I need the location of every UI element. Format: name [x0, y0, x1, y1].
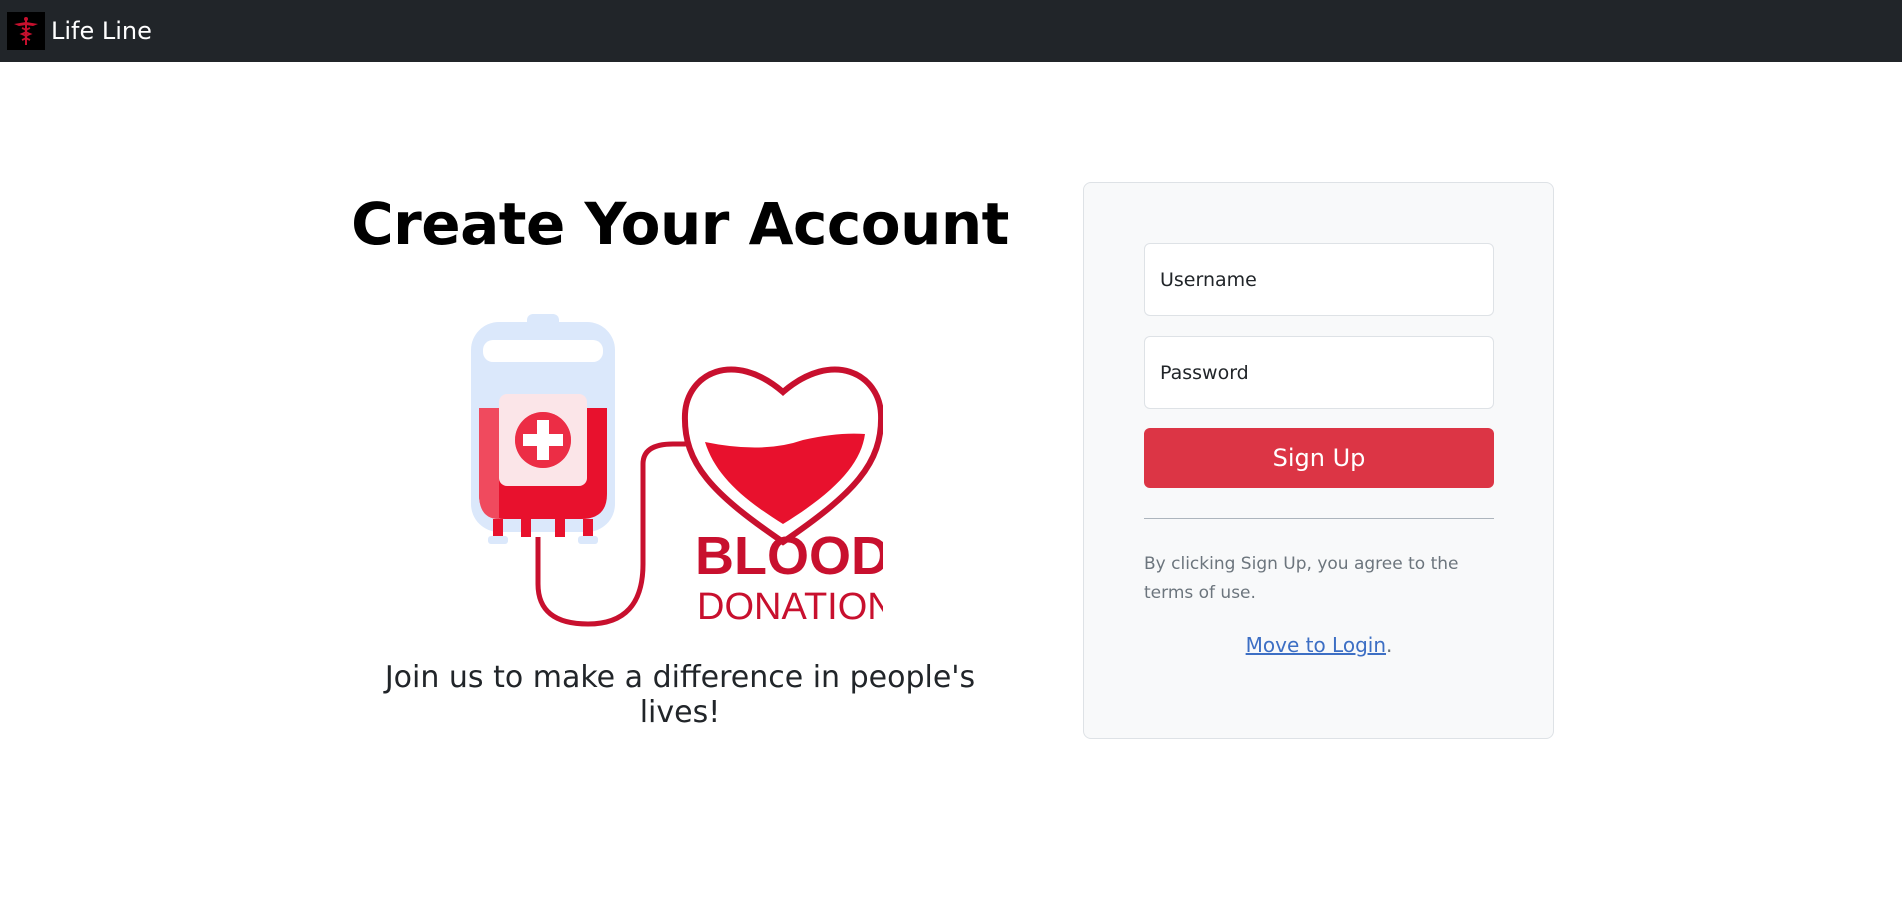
blood-donation-illustration: BLOOD DONATION — [463, 314, 895, 630]
top-navbar: Life Line — [0, 0, 1902, 62]
terms-text: By clicking Sign Up, you agree to the te… — [1144, 554, 1459, 603]
tagline: Join us to make a difference in people's… — [384, 660, 976, 730]
signup-button[interactable]: Sign Up — [1144, 428, 1494, 488]
divider — [1144, 518, 1494, 519]
brand-name[interactable]: Life Line — [51, 17, 152, 45]
hero-section: Create Your Account — [340, 190, 1020, 258]
password-field[interactable] — [1144, 336, 1494, 409]
illustration-text-donation: DONATION — [697, 586, 883, 628]
login-suffix: . — [1386, 633, 1393, 657]
illustration-text-blood: BLOOD — [695, 526, 883, 586]
page-title: Create Your Account — [351, 190, 1009, 258]
move-to-login-link[interactable]: Move to Login — [1246, 633, 1386, 657]
signup-card: Sign Up By clicking Sign Up, you agree t… — [1083, 182, 1554, 739]
caduceus-icon[interactable] — [7, 12, 45, 50]
login-line: Move to Login. — [1144, 633, 1494, 657]
username-field[interactable] — [1144, 243, 1494, 316]
